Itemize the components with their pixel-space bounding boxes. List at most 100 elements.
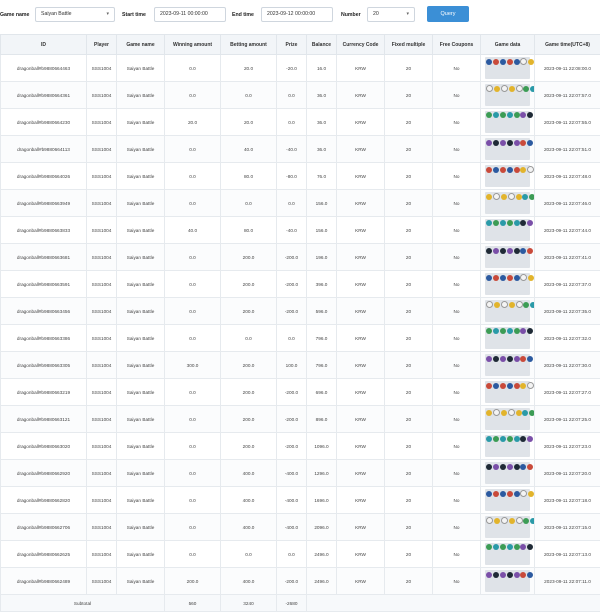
game-data-icon[interactable] bbox=[485, 300, 530, 322]
gem-icon bbox=[507, 59, 513, 65]
game-data-icon[interactable] bbox=[485, 516, 530, 538]
gem-icon bbox=[509, 302, 515, 308]
cell-player: SSS1004 bbox=[87, 460, 117, 487]
col-currency-code: Currency Code bbox=[337, 35, 385, 55]
gem-icon bbox=[522, 410, 528, 416]
game-data-icon[interactable] bbox=[485, 138, 530, 160]
gem-icon bbox=[514, 112, 520, 118]
cell-game-data bbox=[481, 406, 535, 433]
table-row: dragonball#b9880664026SSS1004Saiyan Batt… bbox=[1, 163, 600, 190]
cell-game-data bbox=[481, 55, 535, 82]
cell-winning-amount: 0.0 bbox=[165, 298, 221, 325]
game-data-icon[interactable] bbox=[485, 462, 530, 484]
cell-player: SSS1004 bbox=[87, 514, 117, 541]
gem-icon bbox=[520, 248, 526, 254]
cell-betting-amount: 200.0 bbox=[221, 244, 277, 271]
game-data-icon[interactable] bbox=[485, 111, 530, 133]
gem-icon bbox=[493, 328, 499, 334]
game-data-icon[interactable] bbox=[485, 219, 530, 241]
cell-free-coupons: No bbox=[433, 406, 481, 433]
game-data-icon[interactable] bbox=[485, 192, 530, 214]
cell-balance: 1696.0 bbox=[307, 487, 337, 514]
gem-icon bbox=[528, 59, 534, 65]
cell-player: SSS1004 bbox=[87, 379, 117, 406]
game-data-icon[interactable] bbox=[485, 57, 530, 79]
game-data-icon[interactable] bbox=[485, 246, 530, 268]
cell-betting-amount: 80.0 bbox=[221, 163, 277, 190]
game-data-icon[interactable] bbox=[485, 543, 530, 565]
cell-betting-amount: 200.0 bbox=[221, 433, 277, 460]
cell-game-time: 2023-09-11 22:07:23.0 bbox=[535, 433, 600, 460]
cell-currency-code: KRW bbox=[337, 568, 385, 595]
gem-icon bbox=[527, 328, 533, 334]
cell-currency-code: KRW bbox=[337, 136, 385, 163]
cell-game-data bbox=[481, 109, 535, 136]
gem-icon bbox=[520, 328, 526, 334]
cell-id: dragonball#b9880664026 bbox=[1, 163, 87, 190]
start-time-input[interactable]: 2023-09-11 00:00:00 bbox=[154, 7, 226, 22]
cell-free-coupons: No bbox=[433, 298, 481, 325]
game-data-icon[interactable] bbox=[485, 570, 530, 592]
gem-icon bbox=[508, 193, 515, 200]
game-data-icon[interactable] bbox=[485, 165, 530, 187]
game-data-icon[interactable] bbox=[485, 489, 530, 511]
cell-betting-amount: 400.0 bbox=[221, 460, 277, 487]
cell-game-time: 2023-09-11 22:08:00.0 bbox=[535, 55, 600, 82]
cell-balance: 796.0 bbox=[307, 325, 337, 352]
cell-currency-code: KRW bbox=[337, 298, 385, 325]
cell-balance: 36.0 bbox=[307, 136, 337, 163]
number-select[interactable]: 20 ▾ bbox=[367, 7, 415, 22]
cell-game-data bbox=[481, 541, 535, 568]
gem-icon bbox=[486, 85, 493, 92]
game-data-icon[interactable] bbox=[485, 327, 530, 349]
cell-free-coupons: No bbox=[433, 82, 481, 109]
gem-icon bbox=[500, 220, 506, 226]
table-row: dragonball#b9880663833SSS1004Saiyan Batt… bbox=[1, 217, 600, 244]
cell-id: dragonball#b9880664361 bbox=[1, 82, 87, 109]
cell-winning-amount: 300.0 bbox=[165, 352, 221, 379]
subtotal-label: Subtotal bbox=[1, 595, 165, 612]
cell-player: SSS1004 bbox=[87, 109, 117, 136]
cell-id: dragonball#b9880663020 bbox=[1, 433, 87, 460]
cell-betting-amount: 400.0 bbox=[221, 514, 277, 541]
gem-icon bbox=[527, 572, 533, 578]
filter-bar: Game name Saiyan Battle ▾ Start time 202… bbox=[0, 0, 600, 32]
cell-winning-amount: 0.0 bbox=[165, 460, 221, 487]
cell-id: dragonball#b9880662489 bbox=[1, 568, 87, 595]
game-data-icon[interactable] bbox=[485, 273, 530, 295]
cell-winning-amount: 0.0 bbox=[165, 433, 221, 460]
cell-free-coupons: No bbox=[433, 190, 481, 217]
gem-icon bbox=[486, 167, 492, 173]
cell-winning-amount: 0.0 bbox=[165, 271, 221, 298]
game-data-icon[interactable] bbox=[485, 354, 530, 376]
query-button[interactable]: Query bbox=[427, 6, 469, 22]
gem-icon bbox=[486, 112, 492, 118]
game-data-icon[interactable] bbox=[485, 84, 530, 106]
cell-balance: 796.0 bbox=[307, 352, 337, 379]
cell-currency-code: KRW bbox=[337, 406, 385, 433]
cell-prize: 0.0 bbox=[277, 190, 307, 217]
gem-icon bbox=[493, 544, 499, 550]
game-name-select[interactable]: Saiyan Battle ▾ bbox=[35, 7, 115, 22]
cell-free-coupons: No bbox=[433, 433, 481, 460]
gem-icon bbox=[509, 86, 515, 92]
cell-prize: 0.0 bbox=[277, 325, 307, 352]
game-data-icon[interactable] bbox=[485, 408, 530, 430]
cell-free-coupons: No bbox=[433, 109, 481, 136]
col-game-data: Game data bbox=[481, 35, 535, 55]
gem-icon bbox=[530, 86, 534, 92]
cell-fixed-multiple: 20 bbox=[385, 541, 433, 568]
end-time-input[interactable]: 2023-09-12 00:00:00 bbox=[261, 7, 333, 22]
table-row: dragonball#b9880664230SSS1004Saiyan Batt… bbox=[1, 109, 600, 136]
cell-game-time: 2023-09-11 22:07:11.0 bbox=[535, 568, 600, 595]
cell-fixed-multiple: 20 bbox=[385, 325, 433, 352]
game-data-icon[interactable] bbox=[485, 381, 530, 403]
cell-free-coupons: No bbox=[433, 55, 481, 82]
cell-currency-code: KRW bbox=[337, 541, 385, 568]
gem-icon bbox=[500, 59, 506, 65]
gem-icon bbox=[527, 220, 533, 226]
gem-icon bbox=[494, 302, 500, 308]
gem-icon bbox=[516, 517, 523, 524]
game-data-icon[interactable] bbox=[485, 435, 530, 457]
gem-icon bbox=[501, 85, 508, 92]
